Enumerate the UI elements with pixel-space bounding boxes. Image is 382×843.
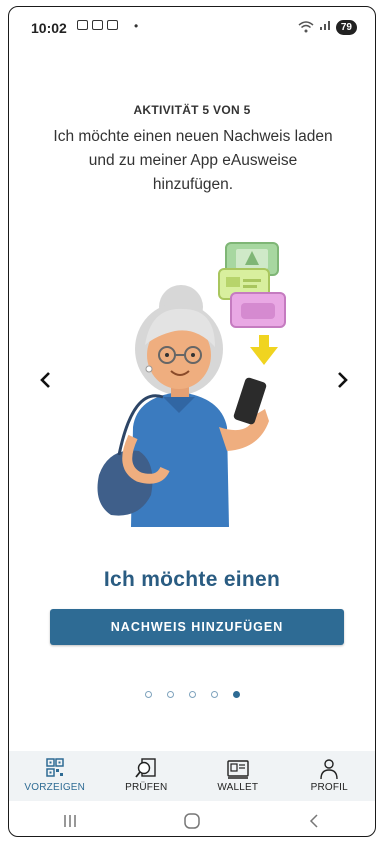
previous-slide-button[interactable]	[31, 367, 61, 397]
back-icon	[309, 814, 318, 828]
recent-apps-button[interactable]	[50, 809, 90, 833]
status-indicators: 79	[298, 18, 357, 36]
back-button[interactable]	[294, 809, 334, 833]
carousel-pagination	[9, 691, 375, 698]
activity-step-label: AKTIVITÄT 5 VON 5	[133, 103, 251, 117]
page-dot[interactable]	[144, 691, 152, 698]
id-card-icon	[227, 760, 249, 779]
phone-screen: 10:02 • 79 AKTIVITÄT 5 VON 5 Ich möchte …	[8, 6, 376, 837]
mail-notification-icon	[107, 20, 118, 30]
slide-headline: Ich möchte einen	[103, 568, 281, 591]
nav-tab-vorzeigen[interactable]: VORZEIGEN	[10, 751, 100, 793]
activity-description: Ich möchte einen neuen Nachweis laden un…	[53, 128, 333, 193]
chevron-left-icon	[40, 372, 50, 388]
nav-tab-label: PROFIL	[310, 782, 348, 793]
next-slide-button[interactable]	[327, 367, 357, 397]
page-dot[interactable]	[166, 691, 174, 698]
wifi-icon	[298, 21, 314, 33]
woman-adding-credential-illustration	[97, 242, 286, 527]
battery-indicator: 79	[335, 19, 357, 35]
bottom-navigation: VORZEIGEN PRÜFEN WALLET PROFIL	[9, 751, 375, 801]
nav-tab-label: VORZEIGEN	[24, 782, 86, 793]
notification-icons	[77, 20, 118, 30]
screenshot-notification-icon	[77, 20, 88, 30]
status-more-dot: •	[134, 19, 139, 33]
page-dot[interactable]	[210, 691, 218, 698]
person-icon	[320, 759, 338, 780]
page-dot[interactable]	[188, 691, 196, 698]
system-navigation-bar	[9, 804, 375, 836]
signal-icon	[319, 18, 331, 36]
status-time: 10:02	[31, 20, 67, 36]
nav-tab-label: WALLET	[217, 782, 259, 793]
mail-notification-icon	[92, 20, 103, 30]
status-bar: 10:02 • 79	[9, 7, 375, 43]
add-credential-button[interactable]: NACHWEIS HINZUFÜGEN	[50, 609, 344, 645]
home-icon	[184, 813, 200, 829]
recent-apps-icon	[64, 815, 76, 827]
qr-code-icon	[46, 758, 64, 777]
chevron-right-icon	[338, 372, 348, 388]
nav-tab-pruefen[interactable]: PRÜFEN	[101, 751, 191, 793]
magnifier-document-icon	[135, 758, 156, 778]
nav-tab-wallet[interactable]: WALLET	[193, 751, 283, 793]
nav-tab-profil[interactable]: PROFIL	[284, 751, 374, 793]
nav-tab-label: PRÜFEN	[125, 782, 168, 793]
page-dot-active[interactable]	[232, 691, 240, 698]
home-button[interactable]	[172, 809, 212, 833]
